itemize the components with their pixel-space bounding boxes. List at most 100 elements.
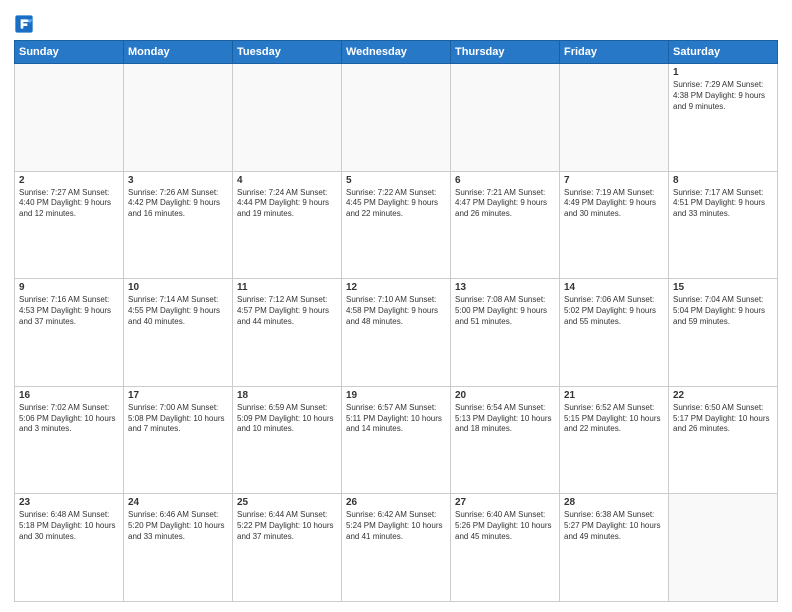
day-cell <box>124 64 233 172</box>
day-info: Sunrise: 6:52 AM Sunset: 5:15 PM Dayligh… <box>564 403 664 435</box>
day-number: 2 <box>19 175 119 186</box>
weekday-header-tuesday: Tuesday <box>233 41 342 64</box>
day-info: Sunrise: 6:57 AM Sunset: 5:11 PM Dayligh… <box>346 403 446 435</box>
weekday-header-monday: Monday <box>124 41 233 64</box>
weekday-header-wednesday: Wednesday <box>342 41 451 64</box>
day-number: 18 <box>237 390 337 401</box>
day-info: Sunrise: 6:59 AM Sunset: 5:09 PM Dayligh… <box>237 403 337 435</box>
day-cell: 28Sunrise: 6:38 AM Sunset: 5:27 PM Dayli… <box>560 494 669 602</box>
day-cell: 23 Sunrise: 6:48 AM Sunset: 5:18 PM Dayli… <box>15 494 124 602</box>
week-row-2: 9 Sunrise: 7:16 AM Sunset: 4:53 PM Daylig… <box>15 279 778 387</box>
day-cell: 7 Sunrise: 7:19 AM Sunset: 4:49 PM Daylig… <box>560 171 669 279</box>
day-number: 3 <box>128 175 228 186</box>
day-number: 12 <box>346 282 446 293</box>
day-info: Sunrise: 7:21 AM Sunset: 4:47 PM Dayligh… <box>455 188 555 220</box>
day-number: 24 <box>128 497 228 508</box>
day-cell: 2Sunrise: 7:27 AM Sunset: 4:40 PM Daylig… <box>15 171 124 279</box>
day-cell: 13 Sunrise: 7:08 AM Sunset: 5:00 PM Dayli… <box>451 279 560 387</box>
day-number: 15 <box>673 282 773 293</box>
day-cell: 6 Sunrise: 7:21 AM Sunset: 4:47 PM Daylig… <box>451 171 560 279</box>
day-cell: 17 Sunrise: 7:00 AM Sunset: 5:08 PM Dayli… <box>124 386 233 494</box>
weekday-header-thursday: Thursday <box>451 41 560 64</box>
day-cell: 10 Sunrise: 7:14 AM Sunset: 4:55 PM Dayli… <box>124 279 233 387</box>
day-info: Sunrise: 7:10 AM Sunset: 4:58 PM Dayligh… <box>346 295 446 327</box>
day-cell: 5 Sunrise: 7:22 AM Sunset: 4:45 PM Daylig… <box>342 171 451 279</box>
day-cell <box>669 494 778 602</box>
day-number: 25 <box>237 497 337 508</box>
day-number: 6 <box>455 175 555 186</box>
weekday-header-friday: Friday <box>560 41 669 64</box>
day-cell: 18 Sunrise: 6:59 AM Sunset: 5:09 PM Dayli… <box>233 386 342 494</box>
day-info: Sunrise: 7:02 AM Sunset: 5:06 PM Dayligh… <box>19 403 119 435</box>
day-info: Sunrise: 6:54 AM Sunset: 5:13 PM Dayligh… <box>455 403 555 435</box>
day-number: 16 <box>19 390 119 401</box>
day-number: 1 <box>673 67 773 78</box>
day-cell: 12 Sunrise: 7:10 AM Sunset: 4:58 PM Dayli… <box>342 279 451 387</box>
day-cell <box>560 64 669 172</box>
day-cell: 3 Sunrise: 7:26 AM Sunset: 4:42 PM Daylig… <box>124 171 233 279</box>
day-number: 22 <box>673 390 773 401</box>
day-info: Sunrise: 7:16 AM Sunset: 4:53 PM Dayligh… <box>19 295 119 327</box>
day-number: 28 <box>564 497 664 508</box>
day-cell: 20 Sunrise: 6:54 AM Sunset: 5:13 PM Dayli… <box>451 386 560 494</box>
day-number: 17 <box>128 390 228 401</box>
day-cell <box>15 64 124 172</box>
day-info: Sunrise: 6:40 AM Sunset: 5:26 PM Dayligh… <box>455 510 555 542</box>
day-number: 7 <box>564 175 664 186</box>
day-info: Sunrise: 7:22 AM Sunset: 4:45 PM Dayligh… <box>346 188 446 220</box>
day-info: Sunrise: 7:06 AM Sunset: 5:02 PM Dayligh… <box>564 295 664 327</box>
day-number: 9 <box>19 282 119 293</box>
day-cell: 1 Sunrise: 7:29 AM Sunset: 4:38 PM Daylig… <box>669 64 778 172</box>
calendar-table: SundayMondayTuesdayWednesdayThursdayFrid… <box>14 40 778 602</box>
day-cell: 16 Sunrise: 7:02 AM Sunset: 5:06 PM Dayli… <box>15 386 124 494</box>
day-info: Sunrise: 7:29 AM Sunset: 4:38 PM Dayligh… <box>673 80 773 112</box>
day-info: Sunrise: 7:19 AM Sunset: 4:49 PM Dayligh… <box>564 188 664 220</box>
day-number: 14 <box>564 282 664 293</box>
day-cell <box>451 64 560 172</box>
weekday-header-sunday: Sunday <box>15 41 124 64</box>
day-number: 5 <box>346 175 446 186</box>
day-number: 20 <box>455 390 555 401</box>
day-cell: 14 Sunrise: 7:06 AM Sunset: 5:02 PM Dayli… <box>560 279 669 387</box>
day-number: 10 <box>128 282 228 293</box>
day-info: Sunrise: 7:00 AM Sunset: 5:08 PM Dayligh… <box>128 403 228 435</box>
week-row-3: 16 Sunrise: 7:02 AM Sunset: 5:06 PM Dayli… <box>15 386 778 494</box>
day-info: Sunrise: 7:04 AM Sunset: 5:04 PM Dayligh… <box>673 295 773 327</box>
day-info: Sunrise: 6:42 AM Sunset: 5:24 PM Dayligh… <box>346 510 446 542</box>
day-cell: 26 Sunrise: 6:42 AM Sunset: 5:24 PM Dayli… <box>342 494 451 602</box>
day-cell <box>342 64 451 172</box>
day-cell: 25 Sunrise: 6:44 AM Sunset: 5:22 PM Dayli… <box>233 494 342 602</box>
day-info: Sunrise: 7:26 AM Sunset: 4:42 PM Dayligh… <box>128 188 228 220</box>
header <box>14 10 778 34</box>
day-cell: 4 Sunrise: 7:24 AM Sunset: 4:44 PM Daylig… <box>233 171 342 279</box>
day-number: 26 <box>346 497 446 508</box>
day-info: Sunrise: 7:17 AM Sunset: 4:51 PM Dayligh… <box>673 188 773 220</box>
day-number: 11 <box>237 282 337 293</box>
day-number: 13 <box>455 282 555 293</box>
day-number: 19 <box>346 390 446 401</box>
day-info: Sunrise: 7:12 AM Sunset: 4:57 PM Dayligh… <box>237 295 337 327</box>
week-row-1: 2Sunrise: 7:27 AM Sunset: 4:40 PM Daylig… <box>15 171 778 279</box>
day-info: Sunrise: 7:24 AM Sunset: 4:44 PM Dayligh… <box>237 188 337 220</box>
page: SundayMondayTuesdayWednesdayThursdayFrid… <box>0 0 792 612</box>
day-cell: 15 Sunrise: 7:04 AM Sunset: 5:04 PM Dayli… <box>669 279 778 387</box>
day-cell: 27 Sunrise: 6:40 AM Sunset: 5:26 PM Dayli… <box>451 494 560 602</box>
day-cell: 24Sunrise: 6:46 AM Sunset: 5:20 PM Dayli… <box>124 494 233 602</box>
day-cell <box>233 64 342 172</box>
day-info: Sunrise: 6:50 AM Sunset: 5:17 PM Dayligh… <box>673 403 773 435</box>
day-cell: 11 Sunrise: 7:12 AM Sunset: 4:57 PM Dayli… <box>233 279 342 387</box>
day-number: 4 <box>237 175 337 186</box>
week-row-0: 1 Sunrise: 7:29 AM Sunset: 4:38 PM Daylig… <box>15 64 778 172</box>
day-cell: 19 Sunrise: 6:57 AM Sunset: 5:11 PM Dayli… <box>342 386 451 494</box>
day-info: Sunrise: 6:48 AM Sunset: 5:18 PM Dayligh… <box>19 510 119 542</box>
weekday-header-saturday: Saturday <box>669 41 778 64</box>
day-cell: 21Sunrise: 6:52 AM Sunset: 5:15 PM Dayli… <box>560 386 669 494</box>
day-number: 23 <box>19 497 119 508</box>
weekday-header-row: SundayMondayTuesdayWednesdayThursdayFrid… <box>15 41 778 64</box>
day-info: Sunrise: 6:44 AM Sunset: 5:22 PM Dayligh… <box>237 510 337 542</box>
day-info: Sunrise: 7:08 AM Sunset: 5:00 PM Dayligh… <box>455 295 555 327</box>
day-info: Sunrise: 7:14 AM Sunset: 4:55 PM Dayligh… <box>128 295 228 327</box>
day-number: 8 <box>673 175 773 186</box>
day-number: 27 <box>455 497 555 508</box>
day-cell: 22 Sunrise: 6:50 AM Sunset: 5:17 PM Dayli… <box>669 386 778 494</box>
